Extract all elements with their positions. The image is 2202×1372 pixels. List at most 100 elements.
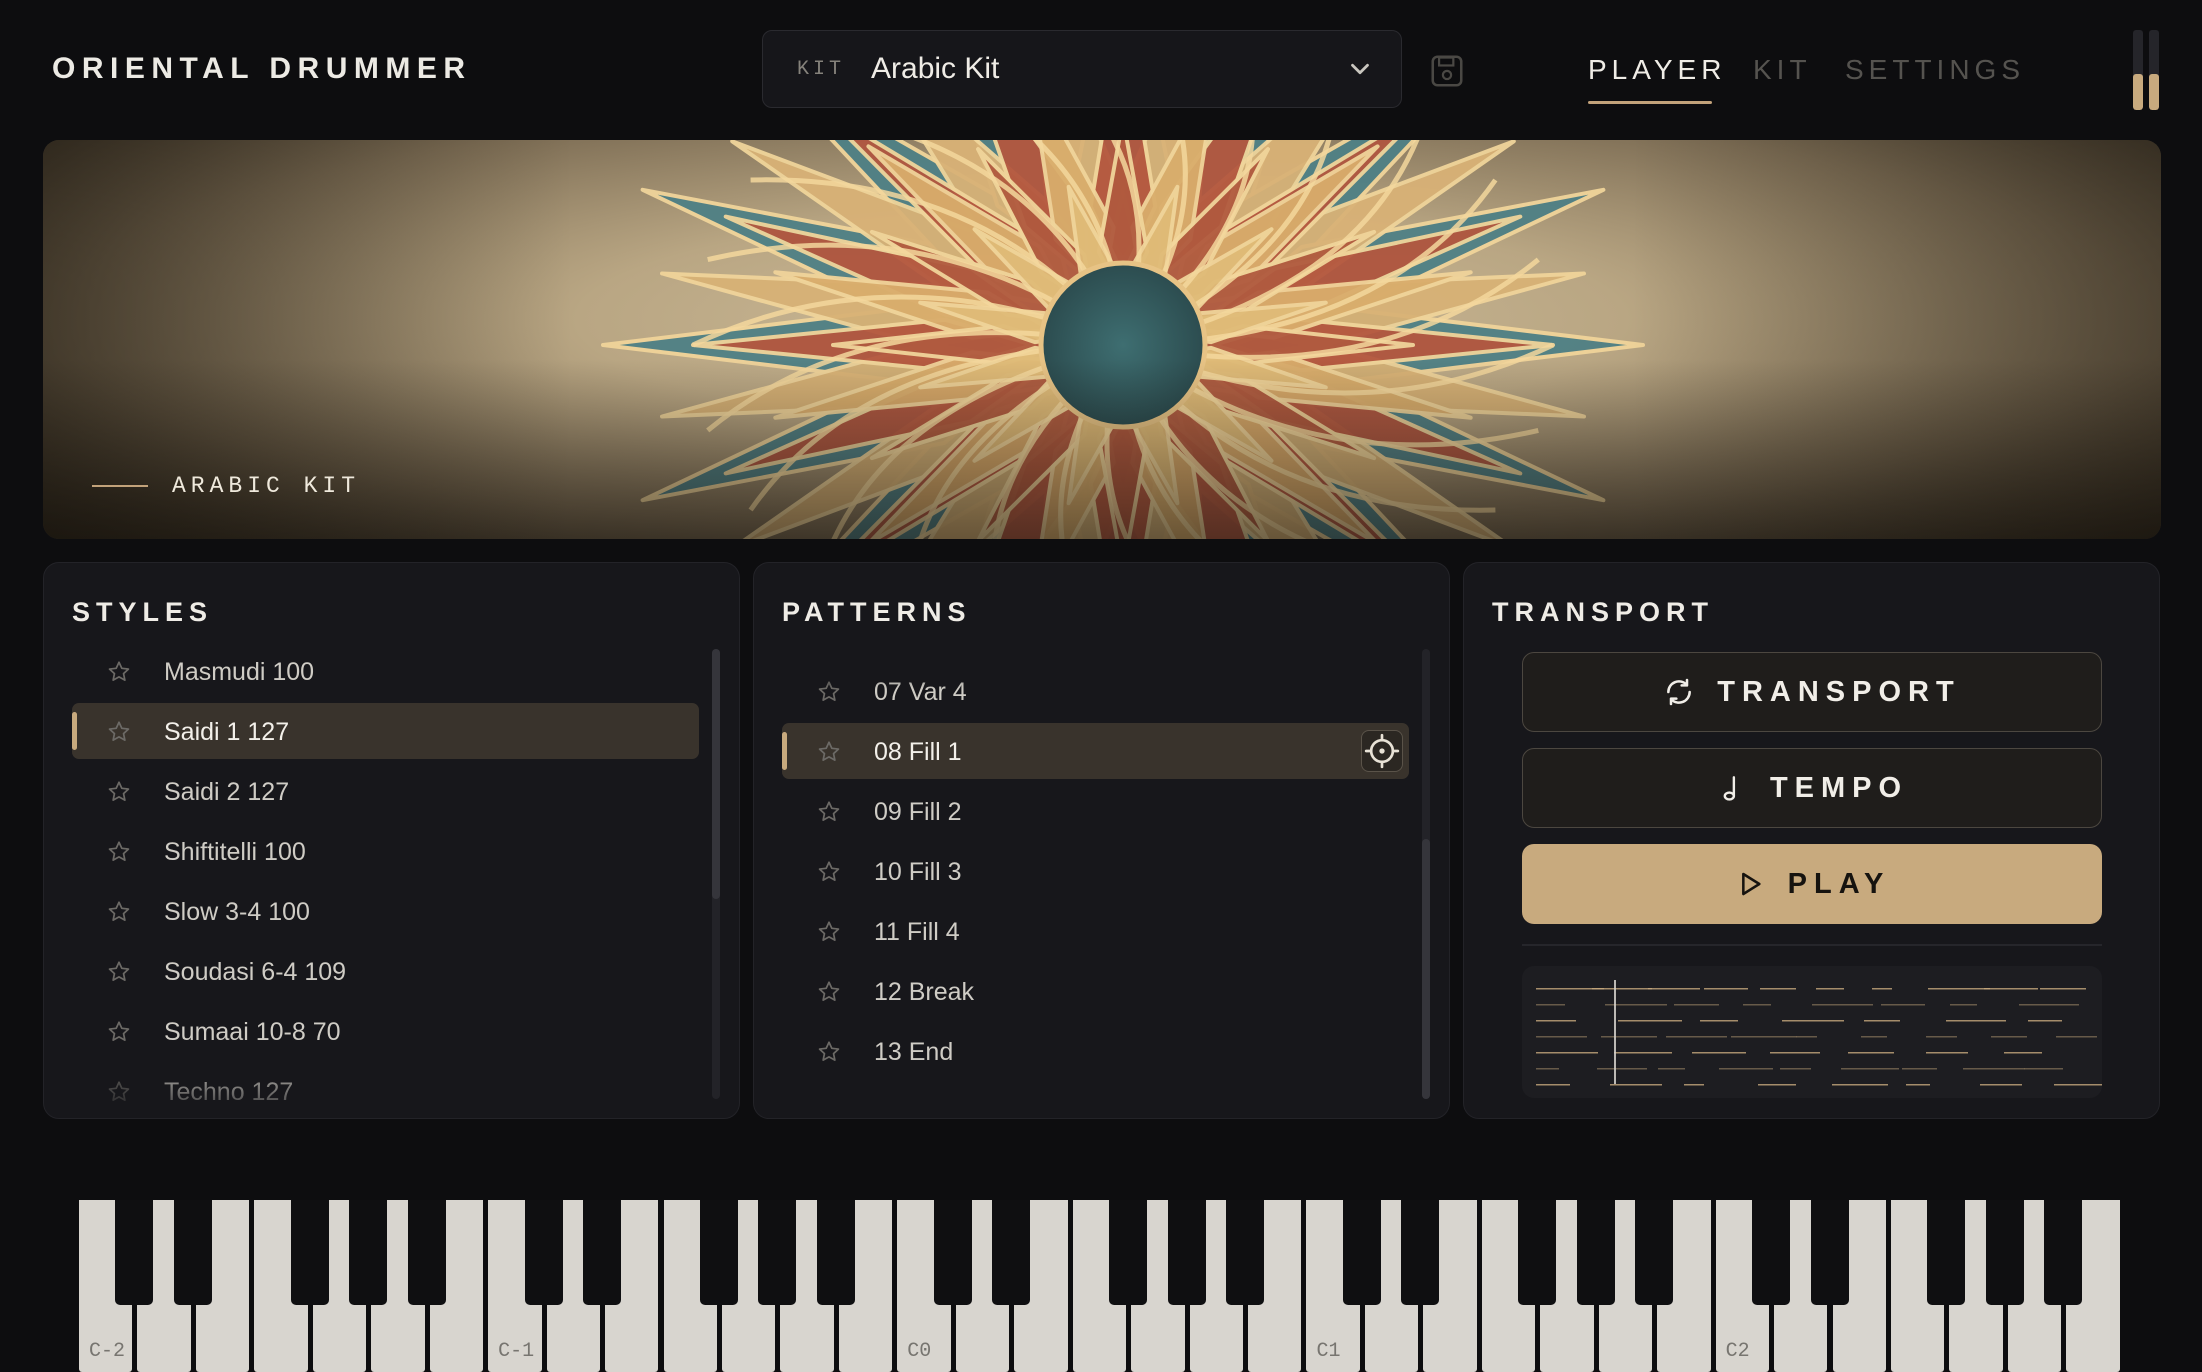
transport-sync-button[interactable]: TRANSPORT [1522, 652, 2102, 732]
star-icon[interactable] [106, 779, 132, 805]
tab-kit[interactable]: KIT [1753, 54, 1812, 86]
save-icon[interactable] [1428, 52, 1466, 90]
star-icon[interactable] [816, 859, 842, 885]
piano-black-key[interactable] [816, 1200, 855, 1305]
app-title: ORIENTAL DRUMMER [52, 52, 472, 85]
piano-black-key[interactable] [2044, 1200, 2083, 1305]
transport-divider [1522, 944, 2102, 946]
piano-black-key[interactable] [699, 1200, 738, 1305]
styles-item-label: Soudasi 6-4 109 [164, 958, 347, 986]
chevron-down-icon [1351, 63, 1369, 75]
styles-item[interactable]: Slow 3-4 100 [72, 883, 699, 939]
piano-black-key[interactable] [1985, 1200, 2024, 1305]
piano-keyboard[interactable]: C-2 C-1 C0 C1 C2 [79, 1200, 2125, 1372]
piano-black-key[interactable] [115, 1200, 154, 1305]
octave-label: C1 [1316, 1340, 1341, 1363]
patterns-item-label: 08 Fill 1 [874, 738, 962, 766]
kit-selector[interactable]: KIT Arabic Kit [762, 30, 1402, 108]
styles-scrollbar[interactable] [712, 649, 720, 1099]
patterns-item[interactable]: 11 Fill 4 [782, 903, 1409, 959]
styles-item[interactable]: Saidi 1 127 [72, 703, 699, 759]
piano-black-key[interactable] [524, 1200, 563, 1305]
styles-item-label: Shiftitelli 100 [164, 838, 306, 866]
octave-label: C-1 [498, 1340, 535, 1363]
patterns-item[interactable]: 09 Fill 2 [782, 783, 1409, 839]
patterns-item-label: 12 Break [874, 978, 975, 1006]
styles-list: Masmudi 100 Saidi 1 127 Saidi 2 127 Shiftit… [72, 649, 699, 1118]
star-icon[interactable] [816, 919, 842, 945]
piano-black-key[interactable] [1342, 1200, 1381, 1305]
styles-item[interactable]: Soudasi 6-4 109 [72, 943, 699, 999]
note-icon [1723, 776, 1736, 801]
piano-black-key[interactable] [1810, 1200, 1849, 1305]
styles-item-label: Saidi 2 127 [164, 778, 290, 806]
banner-caption-text: ARABIC KIT [172, 473, 361, 499]
level-meter-left [2133, 30, 2143, 110]
piano-black-key[interactable] [758, 1200, 797, 1305]
piano-black-key[interactable] [933, 1200, 972, 1305]
piano-black-key[interactable] [1635, 1200, 1674, 1305]
piano-black-key[interactable] [1226, 1200, 1264, 1305]
kit-selector-value: Arabic Kit [871, 52, 1000, 85]
styles-item-label: Masmudi 100 [164, 658, 315, 686]
play-label: PLAY [1787, 867, 1891, 900]
star-icon[interactable] [106, 899, 132, 925]
transport-sync-label: TRANSPORT [1717, 675, 1961, 708]
piano-black-key[interactable] [1167, 1200, 1206, 1305]
piano-black-key[interactable] [1927, 1200, 1966, 1305]
star-icon[interactable] [106, 659, 132, 685]
piano-black-key[interactable] [173, 1200, 212, 1305]
kit-banner: ARABIC KIT [43, 140, 2161, 539]
patterns-panel: PATTERNS 06 Var 307 Var 408 Fill 109 Fil… [753, 562, 1450, 1119]
star-icon[interactable] [106, 719, 132, 745]
drag-move-icon[interactable] [1361, 730, 1403, 772]
styles-item[interactable]: Saidi 2 127 [72, 763, 699, 819]
transport-panel: TRANSPORT TRANSPORT TEMPO PLAY [1463, 562, 2160, 1119]
piano-black-key[interactable] [349, 1200, 388, 1305]
tab-player[interactable]: PLAYER [1588, 54, 1726, 86]
piano-black-key[interactable] [1401, 1200, 1440, 1305]
sync-icon [1667, 678, 1692, 706]
octave-label: C-2 [89, 1340, 126, 1363]
piano-black-key[interactable] [1752, 1200, 1791, 1305]
nav-active-indicator [1588, 101, 1712, 104]
styles-panel: STYLES Masmudi 100 Saidi 1 127 Saidi 2 127… [43, 562, 740, 1119]
styles-item[interactable]: Sumaai 10-8 70 [72, 1003, 699, 1059]
level-meters [2133, 30, 2159, 110]
star-icon[interactable] [816, 739, 842, 765]
styles-title: STYLES [72, 597, 214, 627]
piano-black-key[interactable] [290, 1200, 329, 1305]
tempo-label: TEMPO [1769, 771, 1909, 804]
styles-item-label: Slow 3-4 100 [164, 898, 310, 926]
tempo-button[interactable]: TEMPO [1522, 748, 2102, 828]
patterns-item[interactable]: 12 Break [782, 963, 1409, 1019]
piano-black-key[interactable] [1109, 1200, 1148, 1305]
styles-item[interactable]: Masmudi 100 [72, 649, 699, 699]
star-icon[interactable] [106, 839, 132, 865]
pattern-preview-graphic [1536, 980, 2102, 1086]
piano-black-key[interactable] [992, 1200, 1031, 1305]
tab-settings[interactable]: SETTINGS [1845, 54, 2025, 86]
piano-black-key[interactable] [1518, 1200, 1557, 1305]
kit-selector-tag: KIT [797, 57, 846, 81]
patterns-item[interactable]: 08 Fill 1 [782, 723, 1409, 779]
star-icon[interactable] [816, 979, 842, 1005]
patterns-list: 06 Var 307 Var 408 Fill 109 Fill 210 Fil… [782, 649, 1409, 1118]
selection-indicator [782, 732, 787, 770]
octave-label: C2 [1725, 1340, 1750, 1363]
styles-item[interactable]: Shiftitelli 100 [72, 823, 699, 879]
piano-black-key[interactable] [583, 1200, 622, 1305]
star-icon[interactable] [106, 1019, 132, 1045]
patterns-item-label: 10 Fill 3 [874, 858, 962, 886]
star-icon[interactable] [816, 799, 842, 825]
selection-indicator [72, 712, 77, 750]
piano-black-key[interactable] [407, 1200, 446, 1305]
patterns-title: PATTERNS [782, 597, 972, 627]
piano-black-key[interactable] [1576, 1200, 1615, 1305]
star-icon[interactable] [106, 959, 132, 985]
transport-title: TRANSPORT [1492, 597, 1714, 627]
patterns-item[interactable]: 10 Fill 3 [782, 843, 1409, 899]
octave-label: C0 [907, 1340, 932, 1363]
play-button[interactable]: PLAY [1522, 844, 2102, 924]
patterns-scrollbar[interactable] [1422, 649, 1430, 1099]
